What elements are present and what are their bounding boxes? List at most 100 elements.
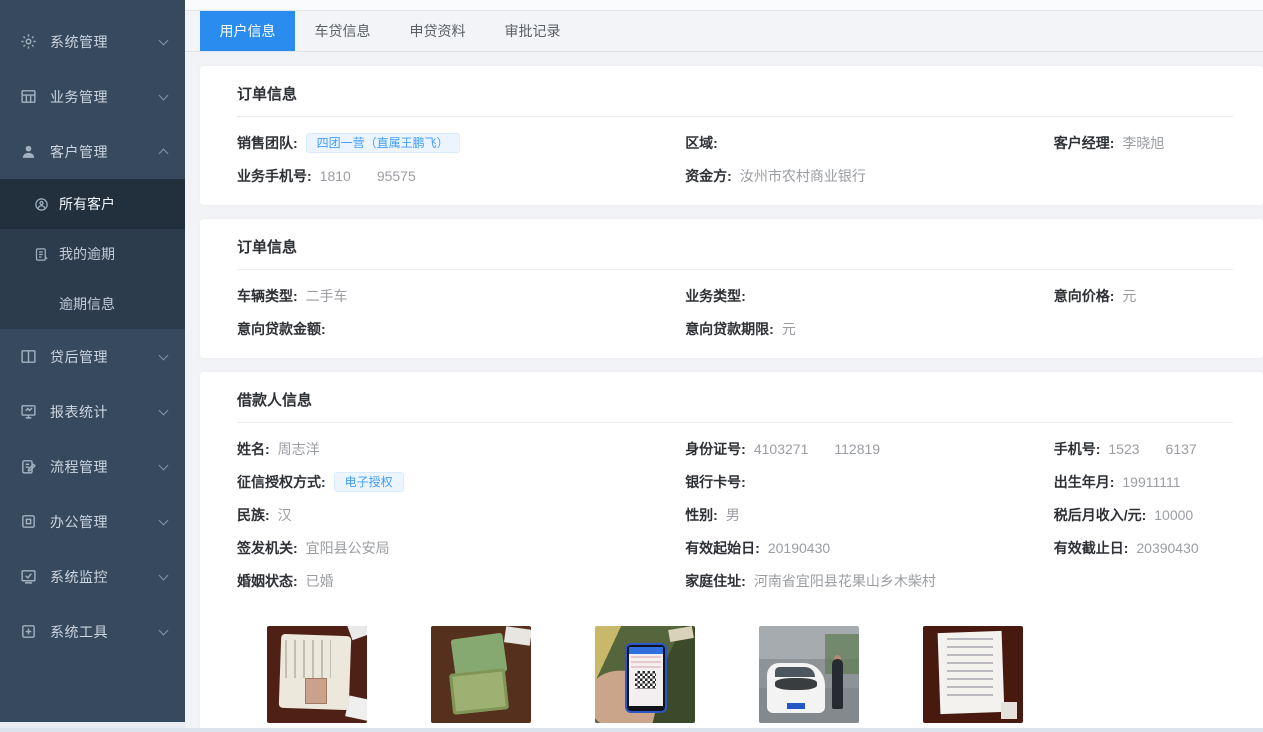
field-empty (1054, 570, 1233, 592)
sidebar-item-label: 所有客户 (59, 194, 115, 214)
sidebar-item-overdue-info[interactable]: 逾期信息 (0, 279, 185, 329)
field-value: 112819 (834, 441, 880, 457)
sidebar-item-business-mgmt[interactable]: 业务管理 (0, 69, 185, 124)
field-label: 手机号: (1054, 439, 1101, 459)
peoples-icon (34, 197, 49, 212)
field-label: 性别: (685, 505, 718, 525)
chevron-down-icon (159, 405, 169, 415)
field-value: 周志洋 (278, 439, 320, 459)
sales-team-tag[interactable]: 四团一营（直属王鹏飞） (306, 133, 460, 153)
sidebar-item-label: 客户管理 (50, 142, 160, 162)
field-label: 签发机关: (237, 538, 298, 558)
sidebar-item-system-monitor[interactable]: 系统监控 (0, 549, 185, 604)
field-business-type: 业务类型: (685, 285, 1054, 307)
field-valid-from: 有效起始日: 20190430 (685, 537, 1054, 559)
tab-approval-records[interactable]: 审批记录 (485, 11, 580, 51)
sidebar-item-system-tools[interactable]: 系统工具 (0, 604, 185, 659)
chevron-up-icon (159, 149, 169, 159)
field-value: 元 (782, 319, 796, 339)
field-empty (1054, 165, 1233, 187)
app-window: 系统管理 业务管理 客户管理 所有客户 我的逾期 逾期信息 (0, 0, 1263, 732)
sidebar-item-label: 系统管理 (50, 32, 160, 52)
tab-bar: 用户信息 车贷信息 申贷资料 审批记录 (185, 11, 1263, 52)
sidebar-item-customer-mgmt[interactable]: 客户管理 (0, 124, 185, 179)
sidebar-item-office-mgmt[interactable]: 办公管理 (0, 494, 185, 549)
handwritten-document-photo[interactable] (923, 626, 1023, 723)
square-in-square-icon (20, 513, 37, 530)
field-ethnicity: 民族: 汉 (237, 504, 685, 526)
field-label: 民族: (237, 505, 270, 525)
field-label: 出生年月: (1054, 472, 1115, 492)
photo-item: 其他材料 (923, 626, 1023, 732)
field-label: 征信授权方式: (237, 472, 326, 492)
field-label: 车辆类型: (237, 286, 298, 306)
field-grid: 姓名: 周志洋 身份证号: 4103271112819 手机号: 1523613… (237, 423, 1233, 610)
monitor-check-icon (20, 568, 37, 585)
top-strip (185, 0, 1263, 11)
field-label: 婚姻状态: (237, 571, 298, 591)
field-label: 业务手机号: (237, 166, 312, 186)
field-empty (1054, 318, 1233, 340)
field-funder: 资金方: 汝州市农村商业银行 (685, 165, 1054, 187)
sidebar-item-label: 报表统计 (50, 402, 160, 422)
tab-user-info[interactable]: 用户信息 (200, 11, 295, 51)
field-sales-team: 销售团队: 四团一营（直属王鹏飞） (237, 132, 685, 154)
field-credit-auth: 征信授权方式: 电子授权 (237, 471, 685, 493)
field-intent-loan-amount: 意向贷款金额: (237, 318, 685, 340)
person-car-photo[interactable] (759, 626, 859, 723)
field-label: 意向贷款期限: (685, 319, 774, 339)
chevron-down-icon (159, 35, 169, 45)
field-name: 姓名: 周志洋 (237, 438, 685, 460)
sidebar-item-report-stats[interactable]: 报表统计 (0, 384, 185, 439)
book-icon (20, 348, 37, 365)
gear-icon (20, 33, 37, 50)
field-phone: 手机号: 1523 6137 (1054, 438, 1233, 460)
field-value: 元 (1122, 286, 1136, 306)
field-label: 身份证号: (685, 439, 746, 459)
photo-item: 征信截图 (595, 626, 695, 732)
photo-item: 身份证 (267, 626, 367, 732)
sidebar-item-all-customers[interactable]: 所有客户 (0, 179, 185, 229)
sidebar-item-process-mgmt[interactable]: 流程管理 (0, 439, 185, 494)
photo-item: 驾驶证原件 (431, 626, 531, 732)
tab-car-loan-info[interactable]: 车贷信息 (295, 11, 390, 51)
card-title: 订单信息 (237, 219, 1233, 269)
field-value: 6137 (1166, 441, 1197, 457)
sidebar-item-label: 贷后管理 (50, 347, 160, 367)
credit-auth-tag[interactable]: 电子授权 (334, 472, 404, 492)
id-card-photo[interactable] (267, 626, 367, 723)
sidebar-item-label: 逾期信息 (59, 294, 115, 314)
license-booklet-photo[interactable] (431, 626, 531, 723)
borrower-info-card: 借款人信息 姓名: 周志洋 身份证号: 4103271112819 手机号: 1… (200, 372, 1263, 732)
photo-strip: 身份证 驾驶证原件 征信截图 (237, 610, 1233, 732)
bottom-edge-strip (0, 728, 1263, 732)
chevron-down-icon (159, 625, 169, 635)
tab-loan-application-materials[interactable]: 申贷资料 (390, 11, 485, 51)
field-label: 意向价格: (1054, 286, 1115, 306)
field-account-manager: 客户经理: 李晓旭 (1054, 132, 1233, 154)
clipboard-edit-icon (20, 458, 37, 475)
field-marital-status: 婚姻状态: 已婚 (237, 570, 685, 592)
field-label: 销售团队: (237, 133, 298, 153)
chevron-down-icon (159, 90, 169, 100)
field-label: 有效起始日: (685, 538, 760, 558)
field-value: 95575 (377, 168, 416, 184)
field-gender: 性别: 男 (685, 504, 1054, 526)
sidebar-item-system-mgmt[interactable]: 系统管理 (0, 14, 185, 69)
card-title: 订单信息 (237, 66, 1233, 116)
field-value: 李晓旭 (1122, 133, 1164, 153)
field-label: 有效截止日: (1054, 538, 1129, 558)
field-grid: 销售团队: 四团一营（直属王鹏飞） 区域: 客户经理: 李晓旭 业务手机号: 1… (237, 117, 1233, 205)
field-label: 姓名: (237, 439, 270, 459)
sidebar-item-my-overdue[interactable]: 我的逾期 (0, 229, 185, 279)
field-label: 业务类型: (685, 286, 746, 306)
field-value: 1523 (1108, 441, 1139, 457)
credit-qr-phone-photo[interactable] (595, 626, 695, 723)
redaction-box (808, 442, 834, 456)
sidebar-item-postloan-mgmt[interactable]: 贷后管理 (0, 329, 185, 384)
field-label: 税后月收入/元: (1054, 505, 1147, 525)
sidebar-item-label: 系统监控 (50, 567, 160, 587)
redaction-box (1140, 442, 1166, 456)
field-intent-price: 意向价格: 元 (1054, 285, 1233, 307)
chevron-down-icon (159, 570, 169, 580)
